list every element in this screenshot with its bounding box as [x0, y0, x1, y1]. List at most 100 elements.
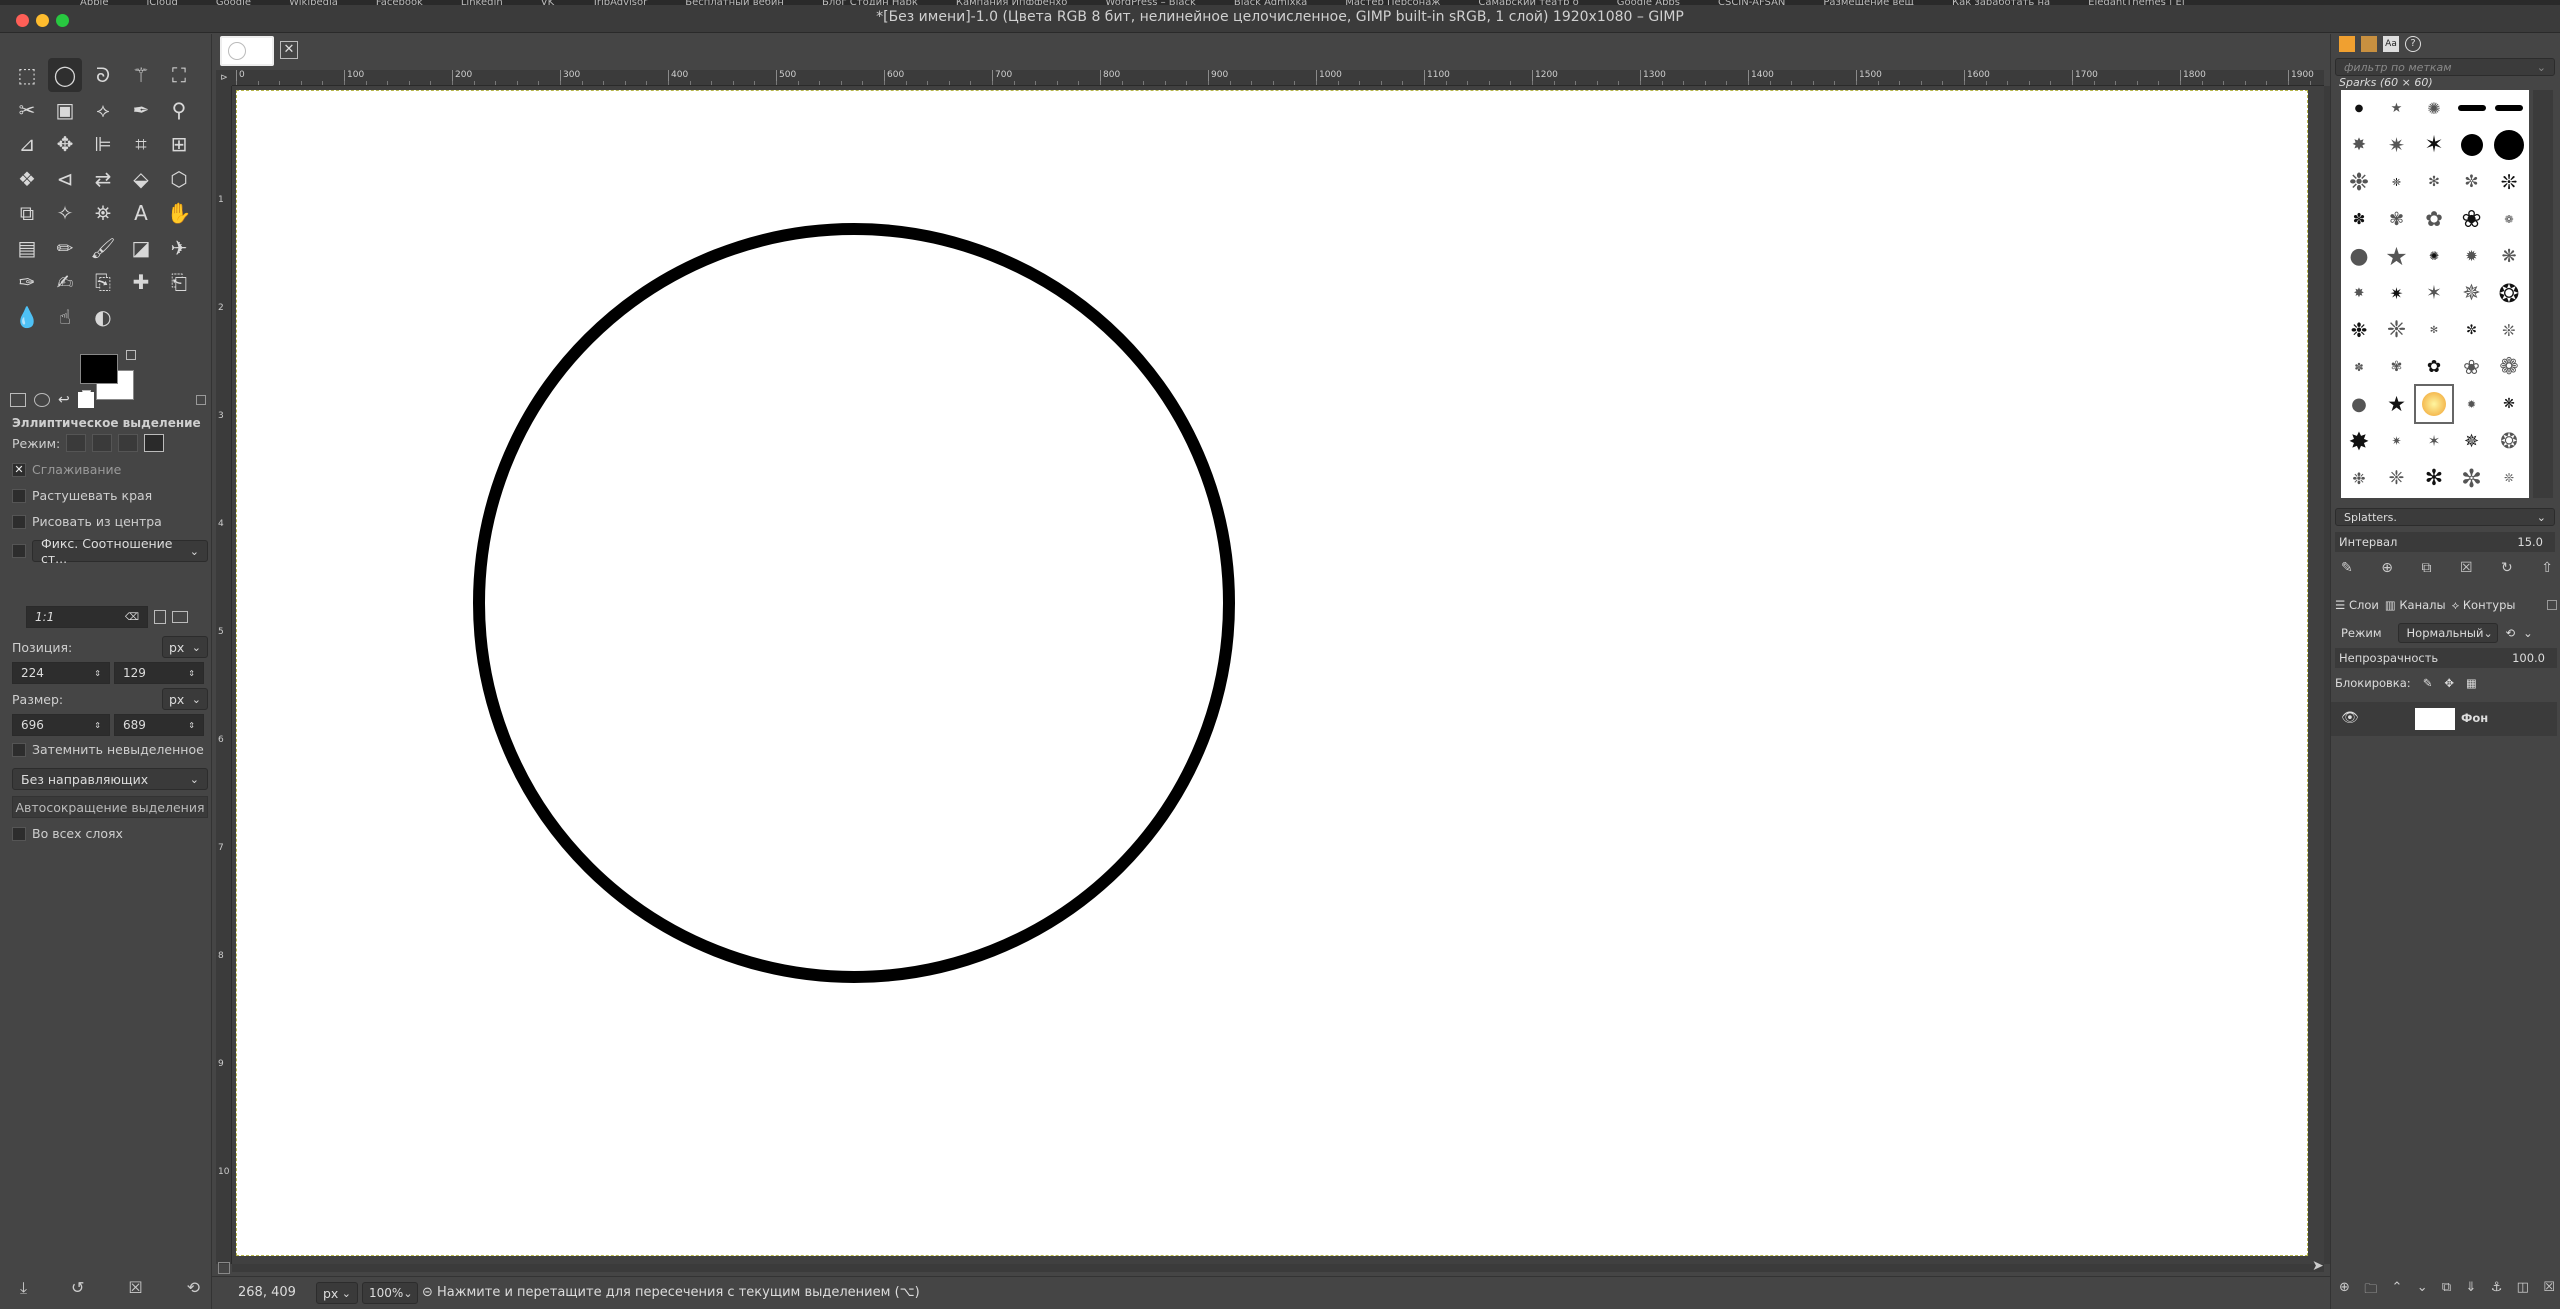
configure-tab-icon[interactable]	[2547, 600, 2557, 610]
brushes-scrollbar[interactable]	[2533, 90, 2553, 498]
paint-select-icon[interactable]: ✋	[162, 196, 196, 230]
edit-brush-icon[interactable]: ✎	[2341, 560, 2353, 576]
from-center-checkbox[interactable]	[12, 514, 26, 529]
from-center-row[interactable]: Рисовать из центра	[12, 514, 162, 529]
brush-preview-icon[interactable]: ✽	[2341, 201, 2377, 237]
interval-slider[interactable]: Интервал 15.0	[2335, 532, 2555, 552]
brush-preview-icon[interactable]: ✷	[2379, 127, 2415, 163]
brush-preview-icon[interactable]: ✽	[2341, 349, 2377, 385]
flip-icon[interactable]: ⇄	[86, 162, 120, 196]
clear-icon[interactable]: ⌫	[125, 612, 139, 623]
spinner-icon[interactable]: ⇕	[188, 669, 195, 678]
brush-preview-icon[interactable]: ★	[2379, 386, 2415, 422]
new-group-icon[interactable]: 🗀	[2364, 1280, 2377, 1302]
opacity-slider[interactable]: Непрозрачность 100.0	[2335, 648, 2557, 668]
select-by-color-icon[interactable]: ⛶	[162, 58, 196, 92]
antialias-row[interactable]: Сглаживание	[12, 462, 121, 477]
brush-preview-icon[interactable]: ❋	[2491, 238, 2527, 274]
close-tab-icon[interactable]: ✕	[280, 41, 298, 59]
brush-preview-icon[interactable]: ❉	[2341, 312, 2377, 348]
size-h-input[interactable]: 689 ⇕	[114, 714, 204, 736]
mypaint-brush-icon[interactable]: ✍	[48, 265, 82, 299]
fuzzy-select-icon[interactable]: ⚚	[124, 58, 158, 92]
brush-preview-icon[interactable]: ✼	[2454, 312, 2490, 348]
spinner-icon[interactable]: ⇕	[94, 669, 101, 678]
zoom-dropdown[interactable]: 100% ⌄	[362, 1282, 418, 1304]
lock-alpha-icon[interactable]: ▦	[2466, 676, 2477, 690]
fonts-tab-icon[interactable]: Aa	[2383, 36, 2399, 52]
airbrush-icon[interactable]: ✈	[162, 231, 196, 265]
brush-preview-icon[interactable]: ✷	[2379, 275, 2415, 311]
handle-transform-icon[interactable]: ⬙	[124, 162, 158, 196]
scissors-select-icon[interactable]: ✂	[10, 93, 44, 127]
mode-replace-button[interactable]	[66, 434, 87, 452]
eraser-icon[interactable]: ◪	[124, 231, 158, 265]
brush-preview-icon[interactable]: ✶	[2416, 275, 2452, 311]
layers-tab[interactable]: ☰ Слои	[2335, 598, 2379, 612]
gegl-graph-icon[interactable]: ✧	[48, 196, 82, 230]
brush-preview-icon[interactable]: ✸	[2341, 275, 2377, 311]
brush-preview-icon[interactable]: ❉	[2341, 460, 2377, 496]
fixed-dropdown[interactable]: Фикс. Соотношение ст... ⌄	[32, 536, 208, 566]
warp-transform-icon[interactable]: ❖	[10, 162, 44, 196]
foreground-color-swatch[interactable]	[80, 354, 118, 384]
brush-preview-icon[interactable]	[2454, 90, 2490, 126]
rect-select-icon[interactable]: ⬚	[10, 58, 44, 92]
brush-preview-icon[interactable]: ✾	[2379, 201, 2415, 237]
mask-icon[interactable]: ◫	[2517, 1280, 2529, 1302]
seamless-clone-icon[interactable]: ⧉	[10, 196, 44, 230]
raise-layer-icon[interactable]: ⌃	[2392, 1280, 2403, 1302]
bucket-fill-icon[interactable]: ⛯	[86, 196, 120, 230]
brush-tag-dropdown[interactable]: Splatters. ⌄	[2335, 508, 2555, 526]
layer-mode-dropdown[interactable]: Нормальный ⌄	[2397, 623, 2498, 643]
brush-preview-icon[interactable]: ✼	[2454, 164, 2490, 200]
brush-preview-icon[interactable]: ✻	[2416, 312, 2452, 348]
fixed-checkbox[interactable]	[12, 544, 26, 558]
brush-preview-icon[interactable]: ●	[2341, 386, 2377, 422]
blur-icon[interactable]: 💧	[10, 300, 44, 334]
mode-intersect-button[interactable]	[144, 434, 165, 452]
position-x-input[interactable]: 224 ⇕	[12, 662, 110, 684]
chevron-down-icon[interactable]: ⌄	[2523, 626, 2533, 640]
brush-preview-icon[interactable]: ✿	[2416, 349, 2452, 385]
brush-preview-icon[interactable]: ❈	[2379, 460, 2415, 496]
image-tab-thumbnail[interactable]	[220, 36, 274, 66]
restore-options-icon[interactable]: ↺	[71, 1278, 84, 1298]
mode-subtract-button[interactable]	[118, 434, 139, 452]
tag-filter-input[interactable]: фильтр по меткам ⌄	[2335, 58, 2555, 76]
brush-preview-icon[interactable]: ✵	[2454, 275, 2490, 311]
unified-transform-icon[interactable]: ⊞	[162, 127, 196, 161]
free-select-icon[interactable]: ᘐ	[86, 58, 120, 92]
delete-layer-icon[interactable]: ☒	[2543, 1280, 2555, 1302]
text-icon[interactable]: A	[124, 196, 158, 230]
dodge-burn-icon[interactable]: ◐	[86, 300, 120, 334]
brush-preview-icon[interactable]: ✸	[2341, 127, 2377, 163]
clone-icon[interactable]: ⎘	[86, 265, 120, 299]
portrait-icon[interactable]	[154, 610, 166, 624]
layer-item[interactable]: 👁 Фон	[2331, 702, 2557, 736]
brush-preview-icon[interactable]: ✹	[2454, 238, 2490, 274]
brush-preview-icon[interactable]: ❋	[2491, 386, 2527, 422]
mode-reset-icon[interactable]: ⟲	[2506, 626, 2516, 640]
highlight-checkbox[interactable]	[12, 742, 26, 757]
brush-preview-icon[interactable]: ❈	[2379, 312, 2415, 348]
spinner-icon[interactable]: ⇕	[94, 721, 101, 730]
perspective-clone-icon[interactable]: ⎗	[162, 265, 196, 299]
feather-checkbox[interactable]	[12, 488, 26, 503]
brush-preview-icon[interactable]: ✺	[2416, 90, 2452, 126]
duplicate-layer-icon[interactable]: ⧉	[2442, 1280, 2451, 1302]
eye-icon[interactable]: 👁	[2341, 710, 2359, 726]
device-status-tab-icon[interactable]	[34, 393, 50, 407]
brushes-grid[interactable]: ● ★ ✺ ✸ ✷ ✶ ❉ ❈ ✻ ✼ ❊ ✽ ✾ ✿ ❀ ❁ ● ★ ✺ ✹ ❋ ✸ ✷ ✶ ✵ ❂ ❉ ❈ ✻ ✼ ❊ ✽ ✾ ✿ ❀ ❁ ● ★ ✹ ❋…	[2341, 90, 2529, 498]
paintbrush-icon[interactable]: 🖌	[86, 231, 120, 265]
mode-add-button[interactable]	[92, 434, 113, 452]
brush-preview-icon[interactable]: ✻	[2416, 164, 2452, 200]
brush-preview-icon[interactable]: ✷	[2379, 423, 2415, 459]
foreground-select-icon[interactable]: ▣	[48, 93, 82, 127]
spinner-icon[interactable]: ⇕	[188, 721, 195, 730]
vertical-ruler[interactable]: 1 2 3 4 5 6 7 8 9 10	[216, 86, 232, 1264]
brush-preview-icon[interactable]: ❊	[2491, 460, 2527, 496]
horizontal-ruler[interactable]: 0 100 200 300 400 500 600 700 800 900 1000 1100 1200…	[232, 70, 2324, 86]
brush-preview-icon[interactable]: ✺	[2416, 238, 2452, 274]
undo-history-tab-icon[interactable]: ↩	[58, 392, 70, 408]
